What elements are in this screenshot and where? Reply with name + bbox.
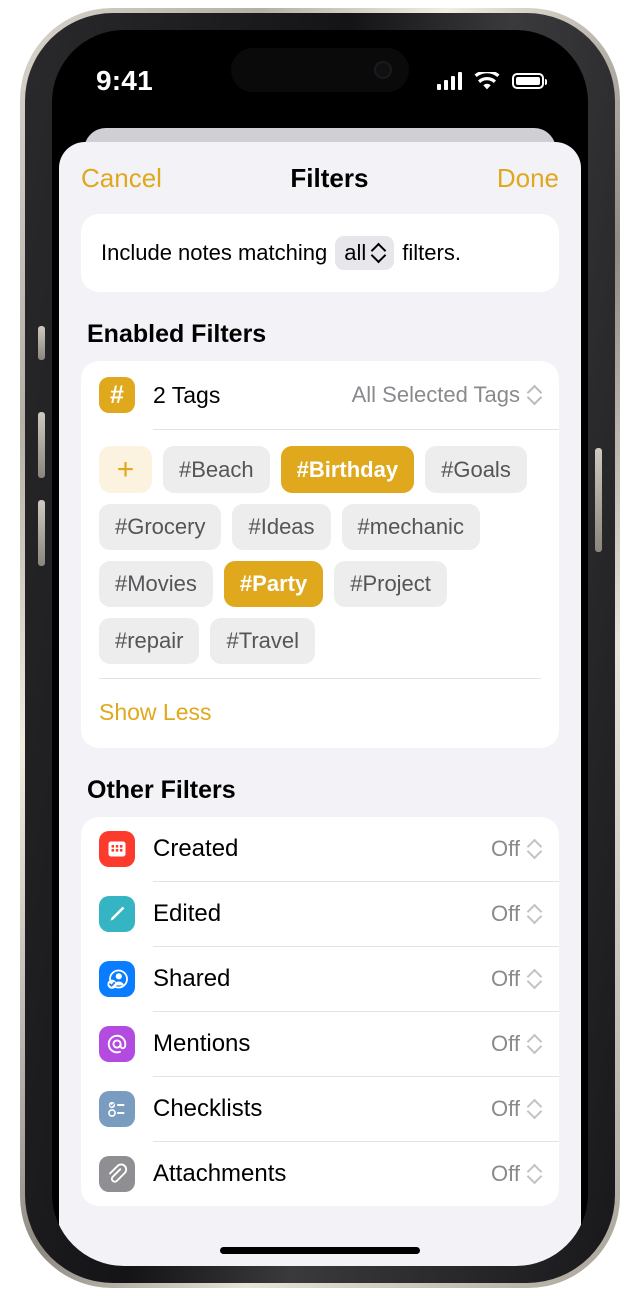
filter-row[interactable]: Edited Off xyxy=(81,882,559,946)
power-button[interactable] xyxy=(595,448,602,552)
tag-chip[interactable]: #Ideas xyxy=(232,504,331,550)
filter-row[interactable]: Attachments Off xyxy=(81,1142,559,1206)
tag-chip-list: + #Beach #Birthday #Goals #Grocery #Ideas #me… xyxy=(81,430,559,678)
chevron-up-down-icon xyxy=(528,385,541,405)
tag-chip[interactable]: #Party xyxy=(223,561,324,607)
tag-chip[interactable]: #Movies xyxy=(99,561,213,607)
tags-selection-value: All Selected Tags xyxy=(351,382,520,407)
tags-row[interactable]: # 2 Tags All Selected Tags xyxy=(81,361,559,429)
filter-row-picker[interactable]: Off xyxy=(491,1161,541,1187)
match-rule-suffix: filters. xyxy=(402,240,461,265)
filter-row-label: Checklists xyxy=(153,1095,263,1122)
tag-chip[interactable]: #Birthday xyxy=(280,446,415,493)
match-mode-picker[interactable]: all xyxy=(335,236,395,270)
tag-chip[interactable]: #Goals xyxy=(425,446,527,493)
filter-row-label: Shared xyxy=(153,965,231,992)
status-indicators xyxy=(437,71,547,91)
add-tag-button[interactable]: + xyxy=(99,446,152,493)
chevron-up-down-icon xyxy=(528,1099,541,1119)
filter-row-label: Created xyxy=(153,835,239,862)
tags-selection-picker[interactable]: All Selected Tags xyxy=(352,382,541,408)
filter-row-picker[interactable]: Off xyxy=(491,1096,541,1122)
filter-row-picker[interactable]: Off xyxy=(491,836,541,862)
filter-row-value: Off xyxy=(491,1096,520,1121)
volume-down-button[interactable] xyxy=(38,500,45,566)
chevron-up-down-icon xyxy=(372,243,385,263)
battery-full-icon xyxy=(512,73,547,89)
chevron-up-down-icon xyxy=(528,904,541,924)
device-screen: 9:41 Cancel Filters Done Include notes m… xyxy=(52,30,588,1266)
filter-row[interactable]: Shared Off xyxy=(81,947,559,1011)
paperclip-icon xyxy=(99,1156,135,1192)
filter-row-picker[interactable]: Off xyxy=(491,901,541,927)
match-rule-prefix: Include notes matching xyxy=(101,240,328,265)
tag-chip[interactable]: #Project xyxy=(334,561,447,607)
filter-row-value: Off xyxy=(491,1031,520,1056)
filter-row-label: Attachments xyxy=(153,1160,287,1187)
filter-row[interactable]: Checklists Off xyxy=(81,1077,559,1141)
filter-row[interactable]: Mentions Off xyxy=(81,1012,559,1076)
match-mode-value: all xyxy=(344,240,367,265)
filter-row-picker[interactable]: Off xyxy=(491,1031,541,1057)
tag-chip[interactable]: #Grocery xyxy=(99,504,222,550)
tag-chip[interactable]: #mechanic xyxy=(341,504,480,550)
volume-up-button[interactable] xyxy=(38,412,45,478)
person-badge-icon xyxy=(99,961,135,997)
other-filters-card: Created Off Edited Off Shared Off Mentions Off C… xyxy=(81,817,559,1206)
at-sign-icon xyxy=(99,1026,135,1062)
other-filters-heading: Other Filters xyxy=(87,776,236,804)
pencil-icon xyxy=(99,896,135,932)
tags-count-label: 2 Tags xyxy=(153,381,221,408)
sheet-navigation-bar: Cancel Filters Done xyxy=(59,142,581,214)
filter-row-value: Off xyxy=(491,1161,520,1186)
filter-row-value: Off xyxy=(491,966,520,991)
filters-modal-sheet: Cancel Filters Done Include notes matchi… xyxy=(59,142,581,1266)
calendar-icon xyxy=(99,831,135,867)
done-button[interactable]: Done xyxy=(497,163,559,194)
show-less-button[interactable]: Show Less xyxy=(81,679,559,748)
hash-icon: # xyxy=(99,377,135,413)
cellular-bars-icon xyxy=(437,72,462,90)
silent-switch[interactable] xyxy=(38,326,45,360)
filter-row-value: Off xyxy=(491,901,520,926)
page-title: Filters xyxy=(290,162,369,193)
filter-row-value: Off xyxy=(491,836,520,861)
chevron-up-down-icon xyxy=(528,839,541,859)
filter-row-label: Edited xyxy=(153,900,222,927)
cancel-button[interactable]: Cancel xyxy=(81,163,162,194)
chevron-up-down-icon xyxy=(528,1164,541,1184)
tag-chip[interactable]: #Travel xyxy=(210,618,316,664)
wifi-icon xyxy=(474,71,500,91)
checklist-icon xyxy=(99,1091,135,1127)
iphone-device-frame: 9:41 Cancel Filters Done Include notes m… xyxy=(20,8,620,1288)
tag-chip[interactable]: #repair xyxy=(99,618,200,664)
match-rule-card: Include notes matching all filters. xyxy=(81,214,559,292)
tag-chip[interactable]: #Beach xyxy=(163,446,270,493)
tags-filter-card: # 2 Tags All Selected Tags + #Beach #Birt… xyxy=(81,361,559,748)
filter-row-picker[interactable]: Off xyxy=(491,966,541,992)
filter-row[interactable]: Created Off xyxy=(81,817,559,881)
status-bar: 9:41 xyxy=(52,30,588,106)
chevron-up-down-icon xyxy=(528,1034,541,1054)
filter-row-label: Mentions xyxy=(153,1030,251,1057)
enabled-filters-heading: Enabled Filters xyxy=(87,320,267,348)
status-clock: 9:41 xyxy=(96,65,153,96)
home-indicator[interactable] xyxy=(220,1247,420,1254)
sheet-scroll-area[interactable]: Include notes matching all filters. Enab… xyxy=(59,214,581,1266)
chevron-up-down-icon xyxy=(528,969,541,989)
dynamic-island xyxy=(231,48,409,92)
screenshot-stage: 9:41 Cancel Filters Done Include notes m… xyxy=(0,0,640,1296)
